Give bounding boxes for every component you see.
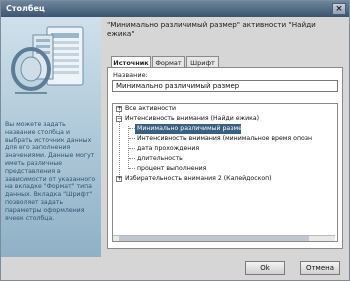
cancel-button[interactable]: Отмена	[300, 261, 340, 275]
name-input[interactable]: Минимально различимый размер	[112, 80, 338, 92]
ok-button[interactable]: Ok	[245, 261, 285, 275]
tree-item-min-size[interactable]: Минимально различимый размер	[135, 124, 246, 134]
name-label: Название:	[113, 71, 148, 79]
tree-item-date[interactable]: дата прохождения	[137, 144, 199, 154]
heading-line-2: ежика"	[107, 29, 135, 38]
close-icon[interactable]: ×	[332, 3, 346, 15]
column-heading: "Минимально различимый размер" активност…	[107, 20, 343, 54]
tree-horizontal-scrollbar[interactable]	[113, 235, 335, 241]
window-title: Столбец	[6, 4, 45, 13]
tree-connector	[129, 168, 135, 169]
tree-item-percent[interactable]: процент выполнения	[137, 164, 206, 174]
tree-item-attention-intensity[interactable]: Интенсивность внимания (Найди ежика)	[125, 114, 259, 124]
spreadsheet-illustration-icon	[11, 26, 84, 94]
data-source-tree[interactable]: + Все активности − Интенсивность внимани…	[112, 103, 338, 242]
tree-item-min-time[interactable]: Интенсивность внимания (минимальное врем…	[137, 134, 312, 144]
expand-icon[interactable]: +	[116, 106, 122, 112]
expand-icon[interactable]: +	[116, 176, 122, 182]
tab-panel-source: Название: Минимально различимый размер +…	[107, 67, 343, 249]
heading-line-1: "Минимально различимый размер" активност…	[107, 20, 316, 29]
dialog-window: Столбец × Вы можете задать название стол…	[0, 0, 350, 281]
left-info-panel: Вы можете задать название столбца и выбр…	[1, 17, 101, 257]
collapse-icon[interactable]: −	[116, 116, 122, 122]
tree-connector	[129, 138, 135, 139]
tree-item-duration[interactable]: длительность	[137, 154, 183, 164]
tree-connector	[129, 148, 135, 149]
tree-item-all-activities[interactable]: Все активности	[125, 104, 176, 114]
scrollbar-thumb[interactable]	[119, 236, 309, 241]
title-bar[interactable]: Столбец ×	[1, 1, 349, 17]
tree-connector	[129, 158, 135, 159]
help-text: Вы можете задать название столбца и выбр…	[5, 121, 96, 222]
button-bar: Ok Отмена	[101, 257, 349, 280]
tree-item-selectivity[interactable]: Избирательность внимания 2 (Калейдоскоп)	[125, 174, 272, 184]
